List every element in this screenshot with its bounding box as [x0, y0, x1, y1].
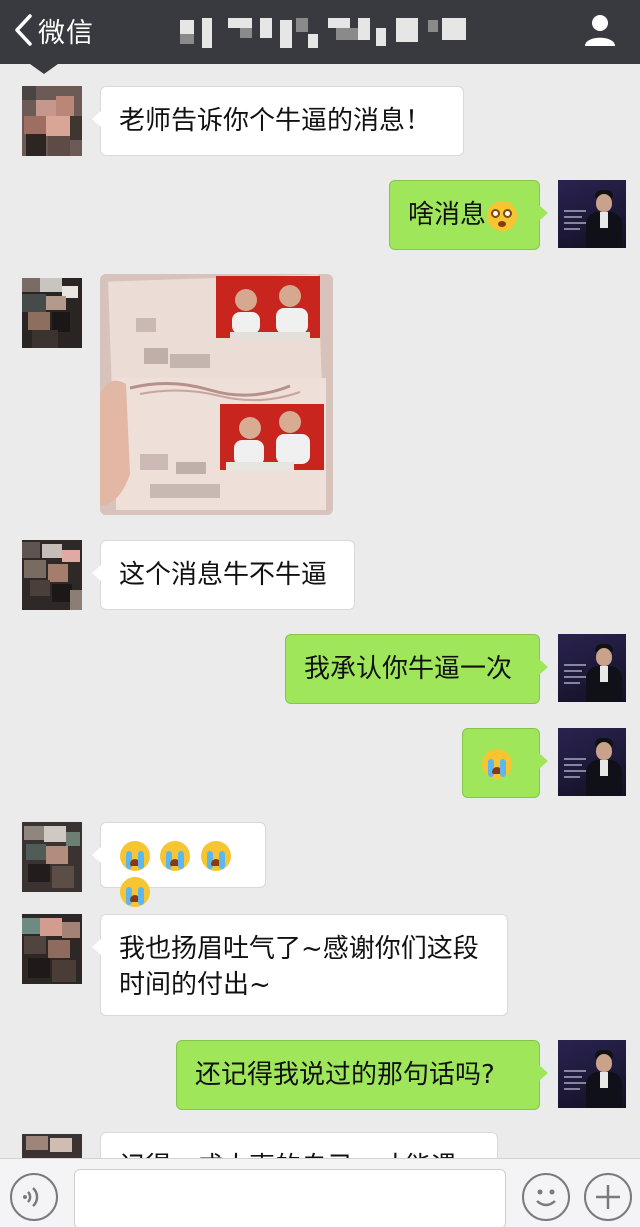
crying-face-emoji-icon [160, 840, 191, 871]
crying-face-emoji-icon [482, 748, 512, 779]
chat-title-obscured [180, 14, 470, 50]
back-label: 微信 [38, 17, 94, 49]
message-text: 这个消息牛不牛逼 [119, 560, 328, 590]
chat-info-button[interactable] [582, 12, 618, 48]
contact-avatar[interactable] [22, 1134, 82, 1160]
certificate-photo [100, 274, 333, 515]
message-text: 啥消息 [408, 200, 487, 230]
my-avatar[interactable] [558, 180, 626, 248]
message-bubble-outgoing[interactable]: 还记得我说过的那句话吗? [176, 1040, 548, 1110]
message-bubble-outgoing[interactable]: 啥消息 [389, 180, 548, 250]
message-bubble-incoming[interactable]: 这个消息牛不牛逼 [92, 540, 355, 610]
contact-avatar[interactable] [22, 278, 82, 348]
message-bubble-incoming[interactable] [92, 822, 266, 907]
emoji-button[interactable] [522, 1173, 570, 1221]
contact-avatar[interactable] [22, 540, 82, 610]
back-button[interactable]: 微信 [12, 10, 94, 50]
shared-photo-message[interactable] [100, 274, 333, 515]
chat-input-bar [0, 1158, 640, 1227]
header-notch [30, 64, 58, 74]
contact-avatar[interactable] [22, 822, 82, 892]
my-avatar[interactable] [558, 1040, 626, 1108]
message-bubble-outgoing[interactable] [462, 728, 548, 798]
message-text: 还记得我说过的那句话吗? [195, 1060, 495, 1090]
voice-icon [23, 1187, 39, 1207]
message-text-line: 时间的付出~ [119, 970, 271, 1000]
plus-icon [596, 1185, 620, 1209]
crying-face-emoji-icon [120, 876, 150, 907]
person-icon [585, 15, 615, 46]
message-text: 老师告诉你个牛逼的消息！ [119, 106, 432, 136]
message-bubble-outgoing[interactable]: 我承认你牛逼一次 [285, 634, 548, 704]
contact-avatar[interactable] [22, 86, 82, 156]
shocked-face-emoji-icon [487, 200, 518, 231]
top-navigation-bar: 微信 [0, 0, 640, 64]
message-text: 我承认你牛逼一次 [304, 654, 513, 684]
smiley-icon [536, 1189, 556, 1207]
my-avatar[interactable] [558, 728, 626, 796]
voice-input-button[interactable] [10, 1173, 58, 1221]
message-text-line: 我也扬眉吐气了~感谢你们这段 [119, 934, 479, 964]
crying-face-emoji-icon [200, 840, 231, 871]
my-avatar[interactable] [558, 634, 626, 702]
contact-avatar[interactable] [22, 914, 82, 984]
message-bubble-incoming[interactable]: 老师告诉你个牛逼的消息！ [92, 86, 464, 156]
more-options-button[interactable] [584, 1173, 632, 1221]
message-bubble-incoming[interactable]: 我也扬眉吐气了~感谢你们这段 时间的付出~ [92, 914, 508, 1016]
message-input[interactable] [74, 1169, 506, 1227]
crying-face-emoji-icon [120, 840, 150, 871]
chevron-left-icon [15, 14, 32, 46]
